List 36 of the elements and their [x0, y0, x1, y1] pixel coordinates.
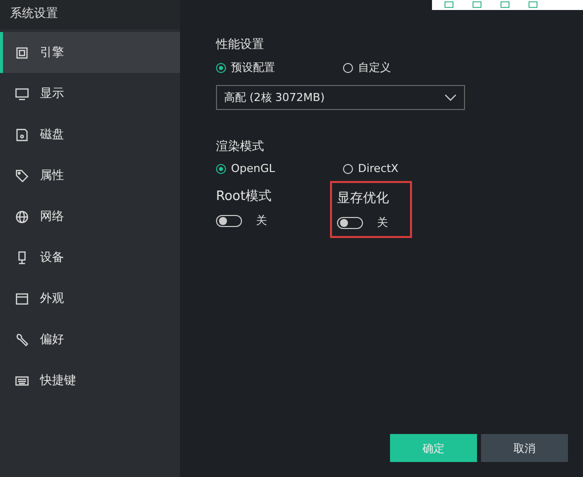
keyboard-icon [15, 374, 29, 388]
toggle-label: 显存优化 [337, 190, 390, 207]
square-icon[interactable] [470, 1, 484, 9]
toggle-switch[interactable] [337, 216, 363, 228]
globe-icon [15, 210, 29, 224]
sidebar-item[interactable]: 引擎 [0, 32, 180, 73]
radio-button[interactable]: DirectX [343, 162, 470, 175]
sidebar-item[interactable]: 偏好 [0, 319, 180, 360]
section-label: 渲染模式 [216, 138, 265, 155]
sidebar-item[interactable]: 外观 [0, 278, 180, 319]
square-icon[interactable] [442, 1, 456, 9]
cancel-button[interactable]: 取消 [481, 434, 568, 462]
square-icon[interactable] [526, 1, 540, 9]
toggle-label: Root模式 [216, 188, 272, 205]
sidebar-item[interactable]: 磁盘 [0, 114, 180, 155]
radio-button[interactable]: 自定义 [343, 60, 470, 75]
sidebar-item[interactable]: 显示 [0, 73, 180, 114]
preset-dropdown[interactable]: 高配 (2核 3072MB) [216, 85, 465, 110]
square-icon[interactable] [498, 1, 512, 9]
toggle-state: 关 [256, 213, 267, 228]
sidebar-item[interactable]: 属性 [0, 155, 180, 196]
tag-icon [15, 168, 29, 182]
toggle-state: 关 [377, 215, 388, 230]
sidebar-item[interactable]: 网络 [0, 196, 180, 237]
sidebar-item[interactable]: 快捷键 [0, 360, 180, 401]
section-label: 性能设置 [216, 36, 265, 53]
wrench-icon [15, 332, 29, 346]
chip-icon [15, 46, 29, 60]
window-icon [15, 292, 29, 306]
sidebar-item[interactable]: 设备 [0, 237, 180, 278]
radio-button[interactable]: OpenGL [216, 162, 343, 175]
window-title: 系统设置 [0, 0, 180, 29]
toggle-switch[interactable] [216, 214, 242, 226]
radio-button[interactable]: 预设配置 [216, 60, 343, 75]
monitor-icon [15, 86, 29, 100]
chevron-down-icon [444, 94, 457, 101]
